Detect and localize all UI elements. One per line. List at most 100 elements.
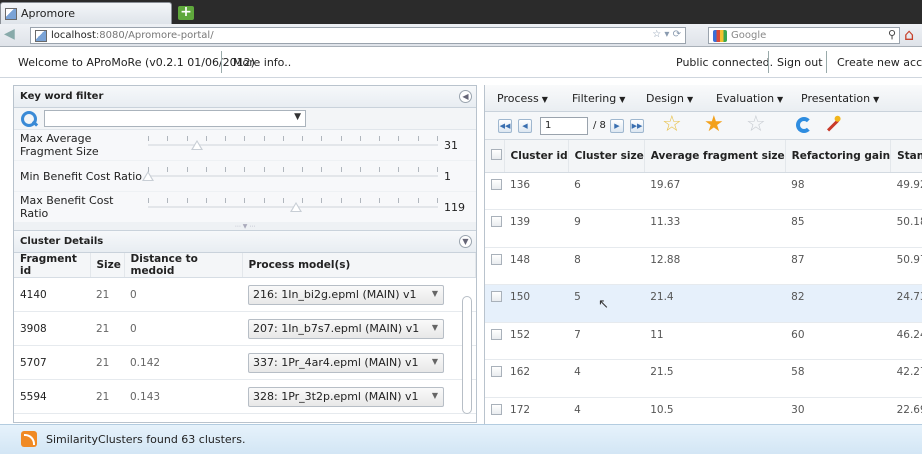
cell-id: 152 (504, 322, 569, 360)
slider-thumb[interactable] (289, 202, 302, 212)
magnifier-icon[interactable]: ⚲ (888, 28, 896, 41)
browser-tab-bar: Apromore + (0, 0, 922, 24)
cell-avg: 10.5 (644, 397, 786, 425)
table-row[interactable]: 4140 21 0 216: 1In_bi2g.epml (MAIN) v1 ▼ (14, 277, 476, 312)
slider-track[interactable] (148, 175, 438, 177)
collapse-down-icon[interactable]: ▼ (459, 235, 472, 248)
page-number-input[interactable]: 1 (540, 117, 588, 135)
select-all-checkbox[interactable] (491, 148, 502, 160)
chevron-down-icon: ▼ (619, 95, 626, 104)
menu-label: Design (646, 92, 684, 105)
chevron-down-icon: ▼ (777, 95, 784, 104)
column-header[interactable]: Process model(s) (242, 253, 476, 278)
menu-design[interactable]: Design ▼ (646, 92, 693, 105)
row-checkbox[interactable] (491, 178, 502, 190)
table-row[interactable]: 136619.679849.92 (485, 172, 922, 210)
column-header[interactable]: Average fragment size (644, 140, 786, 173)
next-page-icon[interactable]: ▶ (610, 119, 624, 133)
create-account-link[interactable]: Create new accoun (837, 56, 922, 69)
column-header[interactable]: Distance to medoid (124, 253, 243, 278)
row-checkbox[interactable] (491, 366, 502, 377)
cell-distance: 0.143 (124, 379, 242, 414)
magic-wand-icon[interactable] (826, 119, 840, 132)
table-row[interactable]: 139911.338550.18 (485, 209, 922, 248)
row-checkbox[interactable] (491, 253, 502, 265)
slider-value: 31 (444, 139, 458, 152)
column-header[interactable]: Cluster id (504, 140, 569, 173)
process-model-value: 216: 1In_bi2g.epml (MAIN) v1 (253, 288, 417, 301)
cell-gain: 58 (785, 359, 891, 398)
column-header[interactable]: Fragment id (14, 253, 91, 278)
chevron-down-icon[interactable]: ▼ (294, 112, 301, 122)
keyword-search-row: ▼ (14, 108, 476, 130)
column-header[interactable]: Size (90, 253, 125, 278)
cell-size: 4 (568, 359, 645, 398)
chevron-down-icon[interactable]: ▼ (432, 289, 438, 298)
back-arrow-icon[interactable]: ◀ (4, 27, 26, 43)
collapse-left-icon[interactable]: ◀ (459, 90, 472, 103)
row-checkbox[interactable] (491, 291, 502, 302)
last-page-icon[interactable]: ▶▶ (630, 119, 644, 133)
chevron-down-icon: ▼ (541, 95, 548, 104)
table-row[interactable]: 150521.48224.73 (485, 284, 922, 323)
table-row[interactable]: 5594 21 0.143 328: 1Pr_3t2p.epml (MAIN) v1 ▼ (14, 379, 476, 414)
welcome-text: Welcome to AProMoRe (v0.2.1 01/06/2012) (18, 56, 255, 69)
browser-tab[interactable]: Apromore (0, 2, 172, 24)
chevron-down-icon[interactable]: ▼ (432, 357, 438, 366)
connection-status: Public connected. (676, 56, 774, 69)
prev-page-icon[interactable]: ◀ (518, 119, 532, 133)
vertical-scrollbar[interactable] (462, 296, 472, 414)
chevron-down-icon[interactable]: ▼ (432, 323, 438, 332)
column-header[interactable]: Cluster size (568, 140, 645, 173)
search-icon[interactable] (20, 110, 38, 128)
more-info-link[interactable]: More info.. (233, 56, 291, 69)
column-header[interactable]: Standar (890, 140, 922, 173)
new-tab-icon[interactable]: + (178, 5, 194, 20)
right-panel: Process ▼ Filtering ▼ Design ▼ Evaluation ▼ Pres… (484, 85, 922, 425)
sign-out-link[interactable]: Sign out (777, 56, 823, 69)
table-row[interactable]: 148812.888750.97 (485, 247, 922, 285)
keyword-combobox[interactable]: ▼ (44, 110, 306, 127)
cell-gain: 82 (785, 284, 891, 323)
star-full-icon[interactable]: ★ (704, 114, 724, 136)
menu-filtering[interactable]: Filtering ▼ (572, 92, 625, 105)
url-favicon-icon (35, 29, 47, 42)
cell-std: 49.92 (890, 172, 922, 210)
cell-id: 162 (504, 359, 569, 398)
table-row[interactable]: 162421.55842.27 (485, 359, 922, 398)
first-page-icon[interactable]: ◀◀ (498, 119, 512, 133)
rss-feed-icon[interactable] (21, 431, 37, 447)
slider-thumb[interactable] (191, 140, 204, 150)
process-model-select[interactable]: 337: 1Pr_4ar4.epml (MAIN) v1 ▼ (248, 352, 444, 373)
panel-splitter[interactable]: ⋯ ▼ ⋯ (14, 223, 476, 231)
row-checkbox[interactable] (491, 216, 502, 227)
url-bar[interactable]: localhost:8080/Apromore-portal/ ☆ ▾ ⟳ (30, 27, 686, 44)
table-row[interactable]: 3908 21 0 207: 1In_b7s7.epml (MAIN) v1 ▼ (14, 311, 476, 346)
row-checkbox[interactable] (491, 328, 502, 340)
slider-thumb[interactable] (142, 171, 154, 181)
table-row[interactable]: 172410.53022.69 (485, 397, 922, 425)
home-icon[interactable]: ⌂ (904, 26, 922, 44)
table-row[interactable]: 1527116046.24 (485, 322, 922, 360)
process-model-select[interactable]: 207: 1In_b7s7.epml (MAIN) v1 ▼ (248, 318, 444, 339)
menu-evaluation[interactable]: Evaluation ▼ (716, 92, 783, 105)
column-header[interactable]: Refactoring gain (785, 140, 892, 173)
cell-distance: 0 (124, 277, 242, 312)
bookmark-star-icon[interactable]: ☆ ▾ ⟳ (652, 29, 681, 40)
slider-value: 1 (444, 170, 451, 183)
row-checkbox[interactable] (491, 403, 502, 415)
search-engine-icon[interactable] (713, 29, 727, 42)
tab-title: Apromore (21, 7, 76, 20)
process-model-select[interactable]: 328: 1Pr_3t2p.epml (MAIN) v1 ▼ (248, 386, 444, 407)
star-half-icon[interactable]: ☆ (662, 114, 682, 136)
process-model-select[interactable]: 216: 1In_bi2g.epml (MAIN) v1 ▼ (248, 284, 444, 305)
menu-process[interactable]: Process ▼ (497, 92, 548, 105)
chevron-down-icon[interactable]: ▼ (432, 391, 438, 400)
cell-checkbox (485, 247, 505, 285)
menu-presentation[interactable]: Presentation ▼ (801, 92, 879, 105)
star-empty-icon[interactable]: ☆ (746, 114, 766, 136)
table-row[interactable]: 5707 21 0.142 337: 1Pr_4ar4.epml (MAIN) v1 ▼ (14, 345, 476, 380)
select-all-header[interactable] (485, 140, 505, 173)
refresh-icon[interactable] (796, 117, 812, 133)
web-search-box[interactable]: Google ⚲ (708, 27, 900, 44)
